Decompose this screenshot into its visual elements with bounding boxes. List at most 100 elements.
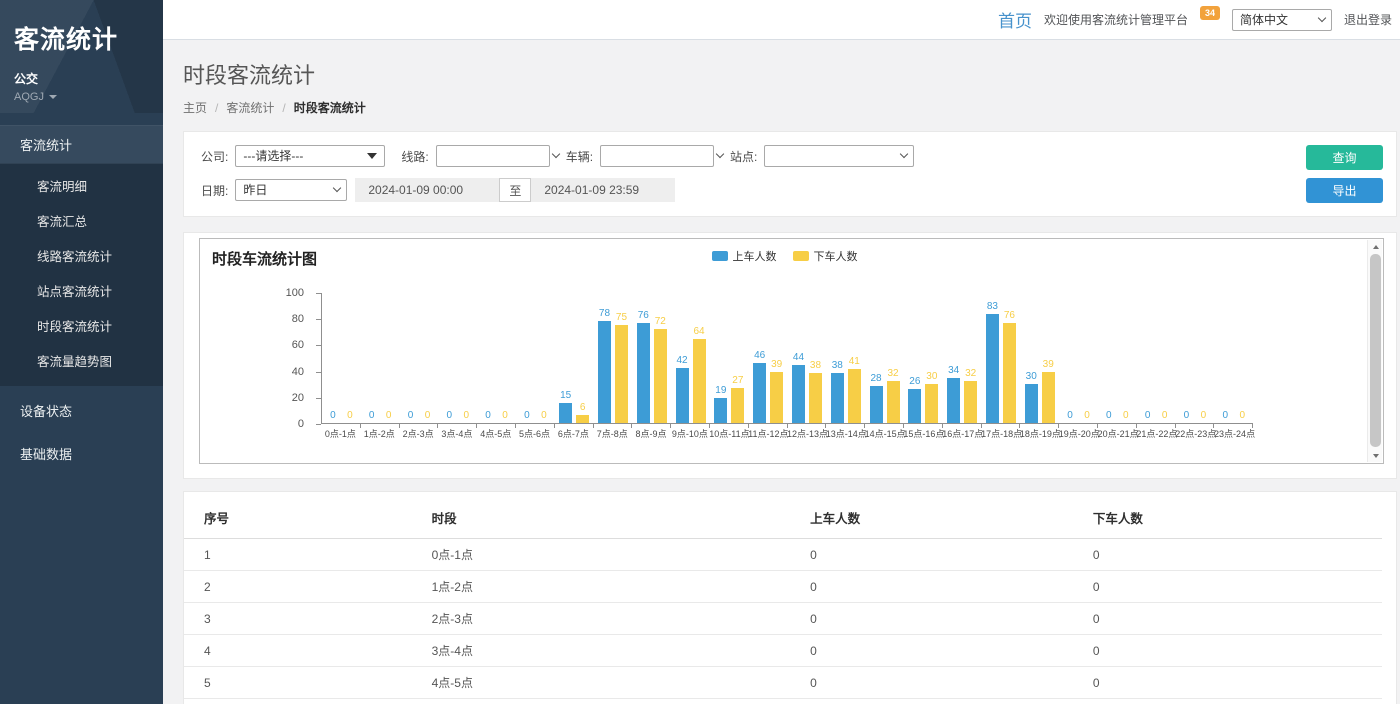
bar-上车人数: 28 [868, 373, 885, 423]
legend-swatch [712, 251, 728, 261]
chevron-down-icon [49, 95, 57, 99]
table-panel: 序号时段上车人数下车人数 10点-1点0021点-2点0032点-3点0043点… [183, 491, 1397, 704]
legend-item-下车人数[interactable]: 下车人数 [793, 248, 858, 264]
bar-rect [964, 381, 977, 423]
scroll-up-arrow[interactable] [1368, 240, 1383, 253]
bar-group-9点-10点: 4264 [671, 293, 710, 423]
table-cell: 2点-3点 [412, 603, 791, 635]
bar-value-label: 0 [386, 410, 392, 422]
bar-下车人数: 38 [807, 360, 824, 423]
org-code-dropdown[interactable]: AQGJ [14, 91, 149, 103]
bar-value-label: 30 [1026, 371, 1037, 383]
bar-value-label: 0 [369, 410, 375, 422]
sidebar-subitem-时段客流统计[interactable]: 时段客流统计 [0, 308, 163, 343]
table-header-row: 序号时段上车人数下车人数 [184, 496, 1382, 539]
breadcrumb-home[interactable]: 主页 [183, 99, 207, 116]
x-tick-label: 17点-18点 [981, 428, 1020, 441]
sidebar-item-客流统计[interactable]: 客流统计 [0, 125, 163, 164]
vehicle-select[interactable] [600, 145, 714, 167]
x-tick-label: 18点-19点 [1020, 428, 1059, 441]
bar-value-label: 0 [1123, 410, 1129, 422]
date-preset-select[interactable]: 昨日 [235, 179, 347, 201]
chart-scrollbar[interactable] [1367, 240, 1382, 462]
bar-rect [1003, 323, 1016, 423]
bar-rect [809, 373, 822, 423]
breadcrumb-section[interactable]: 客流统计 [226, 99, 274, 116]
bar-value-label: 76 [1004, 310, 1015, 322]
scrollbar-thumb[interactable] [1370, 254, 1381, 447]
x-tick-label: 13点-14点 [826, 428, 865, 441]
y-tick-label: 80 [260, 313, 304, 325]
sidebar-item-设备状态[interactable]: 设备状态 [0, 392, 163, 429]
sidebar-item-基础数据[interactable]: 基础数据 [0, 435, 163, 472]
bar-value-label: 0 [330, 410, 336, 422]
bar-group-21点-22点: 00 [1137, 293, 1176, 423]
chart-panel: 时段车流统计图 上车人数下车人数 020406080100 0000000000… [183, 232, 1397, 479]
chevron-down-icon [716, 150, 724, 158]
column-header-下车人数: 下车人数 [1073, 496, 1382, 539]
sidebar-subitem-客流汇总[interactable]: 客流汇总 [0, 203, 163, 238]
x-tick-label: 5点-6点 [515, 428, 554, 441]
bar-value-label: 0 [1084, 410, 1090, 422]
bar-rect [637, 323, 650, 423]
bar-group-3点-4点: 00 [438, 293, 477, 423]
line-select[interactable] [436, 145, 550, 167]
x-tick-label: 22点-23点 [1175, 428, 1214, 441]
bar-value-label: 0 [1162, 410, 1168, 422]
query-button[interactable]: 查询 [1306, 145, 1383, 170]
table-cell: 4点-5点 [412, 667, 791, 699]
bar-value-label: 78 [599, 308, 610, 320]
company-select[interactable]: ---请选择--- [235, 145, 385, 167]
bar-value-label: 0 [1201, 410, 1207, 422]
sidebar-submenu: 客流明细客流汇总线路客流统计站点客流统计时段客流统计客流量趋势图 [0, 164, 163, 386]
date-start-input[interactable] [355, 178, 499, 202]
scroll-down-arrow[interactable] [1368, 449, 1383, 462]
station-select[interactable] [764, 145, 914, 167]
bar-value-label: 0 [1106, 410, 1112, 422]
bar-下车人数: 76 [1001, 310, 1018, 423]
table-row: 54点-5点00 [184, 667, 1382, 699]
bar-value-label: 15 [560, 390, 571, 402]
table-row: 10点-1点00 [184, 539, 1382, 571]
x-tick-label: 21点-22点 [1136, 428, 1175, 441]
sidebar-subitem-客流明细[interactable]: 客流明细 [0, 168, 163, 203]
bar-group-14点-15点: 2832 [865, 293, 904, 423]
bar-下车人数: 0 [1195, 410, 1212, 423]
table-row: 65点-6点00 [184, 699, 1382, 704]
data-table: 序号时段上车人数下车人数 10点-1点0021点-2点0032点-3点0043点… [184, 496, 1382, 704]
sidebar-logo-area: 客流统计 公交 AQGJ [0, 0, 163, 113]
sidebar-subitem-线路客流统计[interactable]: 线路客流统计 [0, 238, 163, 273]
sidebar-subitem-站点客流统计[interactable]: 站点客流统计 [0, 273, 163, 308]
home-link[interactable]: 首页 [998, 7, 1032, 32]
date-end-input[interactable] [531, 178, 675, 202]
company-label: 公司: [201, 148, 228, 165]
bar-value-label: 83 [987, 301, 998, 313]
bar-上车人数: 46 [751, 350, 768, 423]
x-tick-label: 7点-8点 [593, 428, 632, 441]
logout-link[interactable]: 退出登录 [1344, 11, 1392, 28]
bar-rect [598, 321, 611, 423]
bar-group-8点-9点: 7672 [632, 293, 671, 423]
bar-下车人数: 0 [1079, 410, 1096, 423]
table-cell: 0 [790, 699, 1073, 704]
page-title: 时段客流统计 [183, 58, 1397, 90]
sidebar-menu: 客流统计客流明细客流汇总线路客流统计站点客流统计时段客流统计客流量趋势图设备状态… [0, 125, 163, 472]
sidebar-subitem-客流量趋势图[interactable]: 客流量趋势图 [0, 343, 163, 378]
language-select[interactable]: 简体中文 [1232, 9, 1332, 31]
legend-item-上车人数[interactable]: 上车人数 [712, 248, 777, 264]
bar-上车人数: 30 [1023, 371, 1040, 423]
export-button[interactable]: 导出 [1306, 178, 1383, 203]
x-tick-label: 12点-13点 [787, 428, 826, 441]
column-header-序号: 序号 [184, 496, 412, 539]
bar-下车人数: 0 [497, 410, 514, 423]
bar-下车人数: 30 [923, 371, 940, 423]
bar-上车人数: 42 [674, 355, 691, 423]
bar-group-10点-11点: 1927 [710, 293, 749, 423]
bar-上车人数: 76 [635, 310, 652, 423]
y-tick-label: 0 [260, 418, 304, 430]
bar-下车人数: 41 [846, 356, 863, 423]
table-cell: 0 [1073, 603, 1382, 635]
table-cell: 0 [790, 667, 1073, 699]
notification-badge[interactable]: 34 [1200, 6, 1220, 20]
bar-下车人数: 39 [768, 359, 785, 423]
